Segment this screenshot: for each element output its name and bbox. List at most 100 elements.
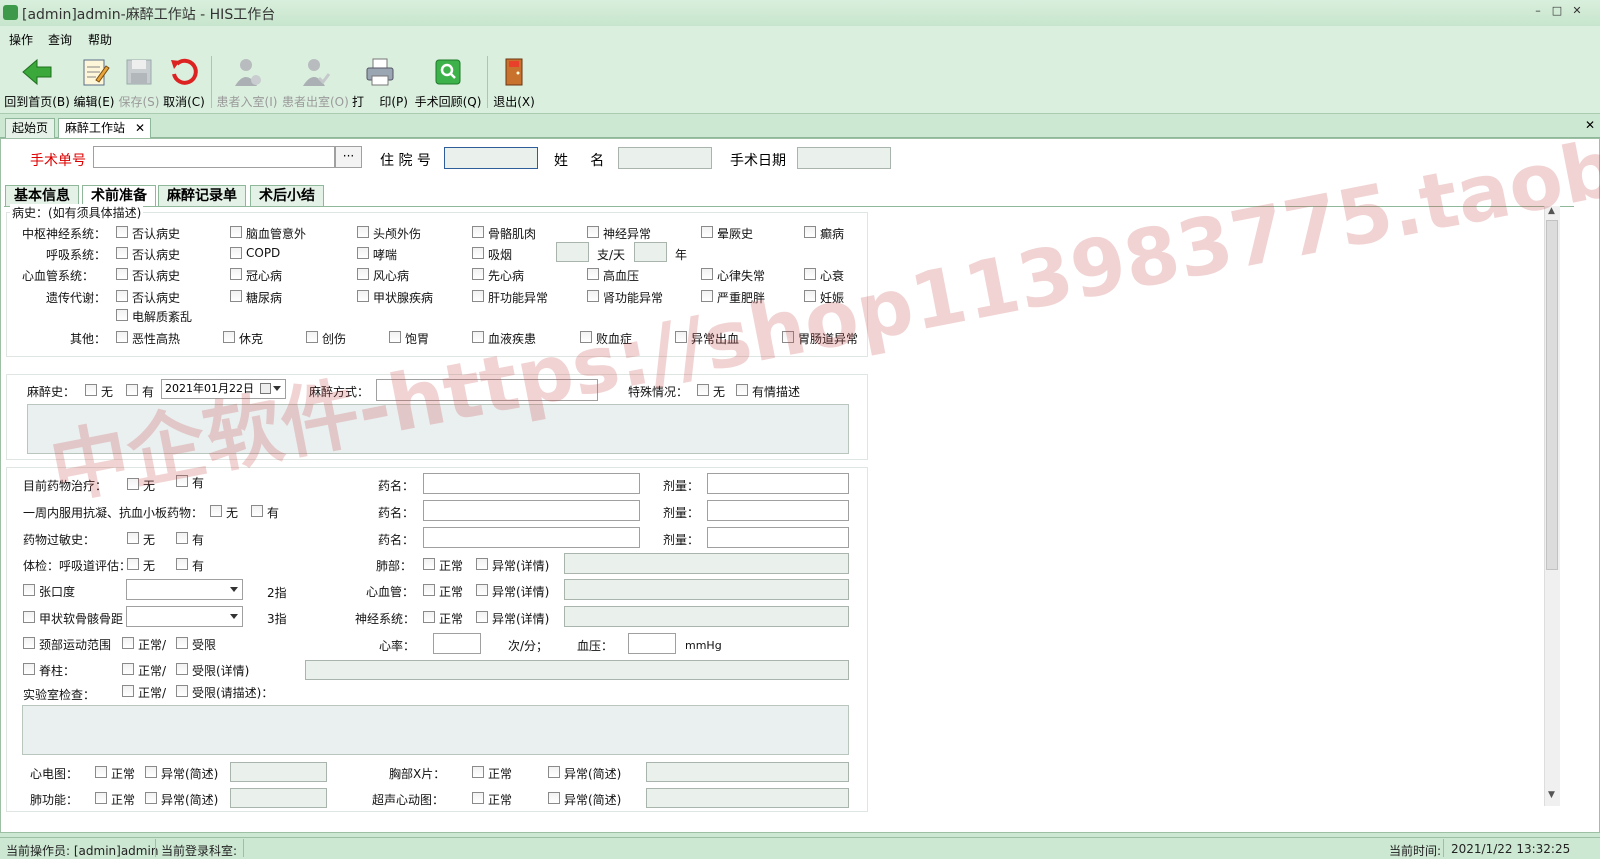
menu-query[interactable]: 查询 xyxy=(48,31,72,48)
blood-pressure-input[interactable] xyxy=(628,633,676,654)
drug-name-input[interactable] xyxy=(423,473,640,494)
test-normal-checkbox[interactable] xyxy=(95,766,107,778)
history-checkbox[interactable] xyxy=(472,226,484,238)
history-checkbox[interactable] xyxy=(472,247,484,259)
test-brief-input[interactable] xyxy=(230,762,327,782)
test-abnormal-checkbox[interactable] xyxy=(145,766,157,778)
test-abnormal-checkbox[interactable] xyxy=(145,792,157,804)
tab-anesthesia-workstation[interactable]: 麻醉工作站 ✕ xyxy=(58,118,151,139)
test-brief-input[interactable] xyxy=(646,788,849,808)
special-desc-checkbox[interactable] xyxy=(736,384,748,396)
mouth-opening-checkbox[interactable] xyxy=(23,584,35,596)
med-none-checkbox[interactable] xyxy=(210,505,222,517)
close-tab-icon[interactable]: ✕ xyxy=(135,119,145,138)
anes-method-input[interactable] xyxy=(376,379,598,401)
history-checkbox[interactable] xyxy=(580,331,592,343)
close-window-button[interactable]: ✕ xyxy=(1569,4,1585,18)
smoking-years-input[interactable] xyxy=(634,242,667,262)
system-normal-checkbox[interactable] xyxy=(423,558,435,570)
close-panel-icon[interactable]: ✕ xyxy=(1585,118,1595,132)
scroll-down-icon[interactable]: ▼ xyxy=(1548,790,1555,800)
heart-rate-input[interactable] xyxy=(433,633,481,654)
history-checkbox[interactable] xyxy=(701,268,713,280)
menu-help[interactable]: 帮助 xyxy=(88,31,112,48)
calendar-icon[interactable] xyxy=(260,383,271,394)
history-checkbox[interactable] xyxy=(306,331,318,343)
drug-name-input[interactable] xyxy=(423,500,640,521)
airway-none-checkbox[interactable] xyxy=(127,558,139,570)
edit-button[interactable]: 编辑(E) xyxy=(72,52,116,112)
chevron-down-icon[interactable] xyxy=(273,386,281,391)
history-checkbox[interactable] xyxy=(587,226,599,238)
chevron-down-icon[interactable] xyxy=(230,587,238,592)
name-input[interactable] xyxy=(618,147,712,169)
test-abnormal-checkbox[interactable] xyxy=(548,766,560,778)
special-none-checkbox[interactable] xyxy=(697,384,709,396)
system-abnormal-checkbox[interactable] xyxy=(476,584,488,596)
history-checkbox[interactable] xyxy=(804,226,816,238)
anes-none-checkbox[interactable] xyxy=(85,384,97,396)
tab-start-page[interactable]: 起始页 xyxy=(5,118,56,138)
neck-limited-checkbox[interactable] xyxy=(176,637,188,649)
patient-in-button[interactable]: 患者入室(I) xyxy=(215,52,279,112)
admission-no-input[interactable] xyxy=(444,147,538,169)
dose-input[interactable] xyxy=(707,473,849,494)
test-abnormal-checkbox[interactable] xyxy=(548,792,560,804)
history-checkbox[interactable] xyxy=(223,331,235,343)
neck-range-checkbox[interactable] xyxy=(23,637,35,649)
mouth-opening-select[interactable] xyxy=(126,579,243,600)
med-none-checkbox[interactable] xyxy=(127,478,139,490)
home-back-button[interactable]: 回到首页(B) xyxy=(4,52,70,112)
history-checkbox[interactable] xyxy=(804,268,816,280)
med-has-checkbox[interactable] xyxy=(176,475,188,487)
med-has-checkbox[interactable] xyxy=(251,505,263,517)
save-button[interactable]: 保存(S) xyxy=(117,52,161,112)
system-normal-checkbox[interactable] xyxy=(423,611,435,623)
maximize-button[interactable]: □ xyxy=(1549,4,1565,18)
tab-basic-info[interactable]: 基本信息 xyxy=(5,185,79,206)
chevron-down-icon[interactable] xyxy=(230,614,238,619)
history-checkbox[interactable] xyxy=(587,290,599,302)
scroll-thumb[interactable] xyxy=(1546,220,1558,570)
surgery-review-button[interactable]: 手术回顾(Q) xyxy=(414,52,482,112)
history-checkbox[interactable] xyxy=(357,226,369,238)
test-normal-checkbox[interactable] xyxy=(95,792,107,804)
med-none-checkbox[interactable] xyxy=(127,532,139,544)
history-checkbox[interactable] xyxy=(675,331,687,343)
drug-name-input[interactable] xyxy=(423,527,640,548)
test-normal-checkbox[interactable] xyxy=(472,792,484,804)
spine-normal-checkbox[interactable] xyxy=(122,663,134,675)
history-checkbox[interactable] xyxy=(701,290,713,302)
history-checkbox[interactable] xyxy=(782,331,794,343)
dose-input[interactable] xyxy=(707,500,849,521)
history-checkbox[interactable] xyxy=(116,309,128,321)
history-checkbox[interactable] xyxy=(357,247,369,259)
test-normal-checkbox[interactable] xyxy=(472,766,484,778)
system-normal-checkbox[interactable] xyxy=(423,584,435,596)
history-checkbox[interactable] xyxy=(230,226,242,238)
scroll-up-icon[interactable]: ▲ xyxy=(1548,206,1555,216)
med-has-checkbox[interactable] xyxy=(176,532,188,544)
lab-limited-checkbox[interactable] xyxy=(176,685,188,697)
browse-button[interactable]: ··· xyxy=(335,146,362,168)
menu-operate[interactable]: 操作 xyxy=(9,31,33,48)
thyromental-select[interactable] xyxy=(126,606,243,627)
system-detail-input[interactable] xyxy=(564,606,849,627)
history-checkbox[interactable] xyxy=(389,331,401,343)
anes-date-picker[interactable]: 2021年01月22日 xyxy=(161,379,286,399)
test-brief-input[interactable] xyxy=(646,762,849,782)
history-checkbox[interactable] xyxy=(357,268,369,280)
spine-detail-input[interactable] xyxy=(305,660,849,680)
anes-description-textarea[interactable] xyxy=(27,404,849,454)
history-checkbox[interactable] xyxy=(116,290,128,302)
system-abnormal-checkbox[interactable] xyxy=(476,558,488,570)
spine-checkbox[interactable] xyxy=(23,663,35,675)
minimize-button[interactable]: – xyxy=(1530,4,1546,18)
exit-button[interactable]: 退出(X) xyxy=(491,52,537,112)
system-detail-input[interactable] xyxy=(564,579,849,600)
test-brief-input[interactable] xyxy=(230,788,327,808)
history-checkbox[interactable] xyxy=(116,247,128,259)
surgery-no-input[interactable] xyxy=(93,146,335,168)
history-checkbox[interactable] xyxy=(701,226,713,238)
tab-postop-summary[interactable]: 术后小结 xyxy=(250,185,324,206)
